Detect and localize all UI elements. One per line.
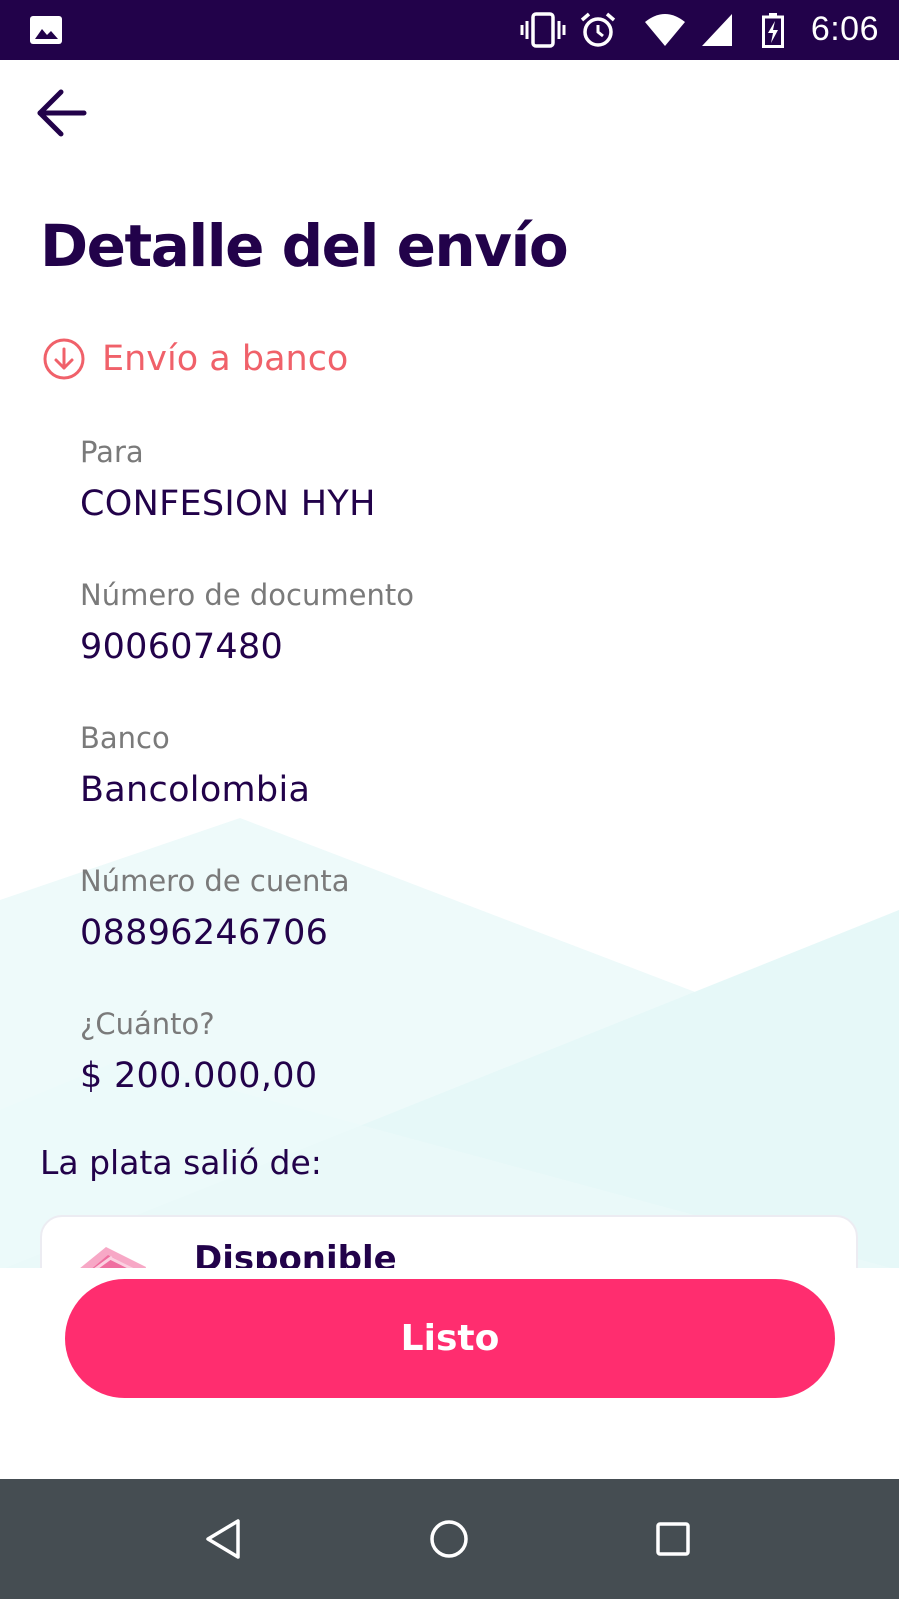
detail-document-number: Número de documento 900607480 [80,575,414,718]
detail-recipient: Para CONFESION HYH [80,432,414,575]
detail-bank: Banco Bancolombia [80,718,414,861]
signal-icon [702,14,732,46]
back-triangle-icon [206,1519,240,1559]
transfer-type: Envío a banco [42,337,348,381]
done-button[interactable]: Listo [65,1279,835,1398]
nav-recents-button[interactable] [641,1507,705,1571]
detail-value: 08896246706 [80,913,329,953]
battery-charging-icon [762,13,784,48]
vibrate-icon [520,12,566,48]
page-title: Detalle del envío [40,212,569,280]
back-button[interactable] [30,82,92,144]
detail-label: Para [80,435,144,469]
wifi-icon [645,14,685,46]
source-label: La plata salió de: [40,1143,322,1182]
home-circle-icon [430,1520,468,1558]
alarm-icon [580,12,616,47]
detail-label: Número de documento [80,578,414,612]
detail-value: Bancolombia [80,770,311,810]
detail-label: ¿Cuánto? [80,1007,215,1041]
detail-account-number: Número de cuenta 08896246706 [80,861,414,1004]
detail-value: 900607480 [80,627,284,667]
arrow-left-icon [37,89,87,137]
image-notification-icon [30,16,62,44]
status-bar: 6:06 [0,0,899,60]
nav-back-button[interactable] [192,1507,256,1571]
screen: 6:06 Detalle del envío Envío a banco Par… [0,0,899,1599]
arrow-down-circle-icon [43,338,85,380]
detail-label: Número de cuenta [80,864,350,898]
status-time: 6:06 [810,10,879,48]
system-nav-bar [0,1479,899,1599]
transfer-details: Para CONFESION HYH Número de documento 9… [80,432,414,1147]
nav-home-button[interactable] [417,1507,481,1571]
detail-amount: ¿Cuánto? $ 200.000,00 [80,1004,414,1147]
transfer-type-label: Envío a banco [102,339,349,379]
detail-value: $ 200.000,00 [80,1056,318,1096]
detail-value: CONFESION HYH [80,484,376,524]
detail-label: Banco [80,721,170,755]
recents-square-icon [656,1522,690,1556]
